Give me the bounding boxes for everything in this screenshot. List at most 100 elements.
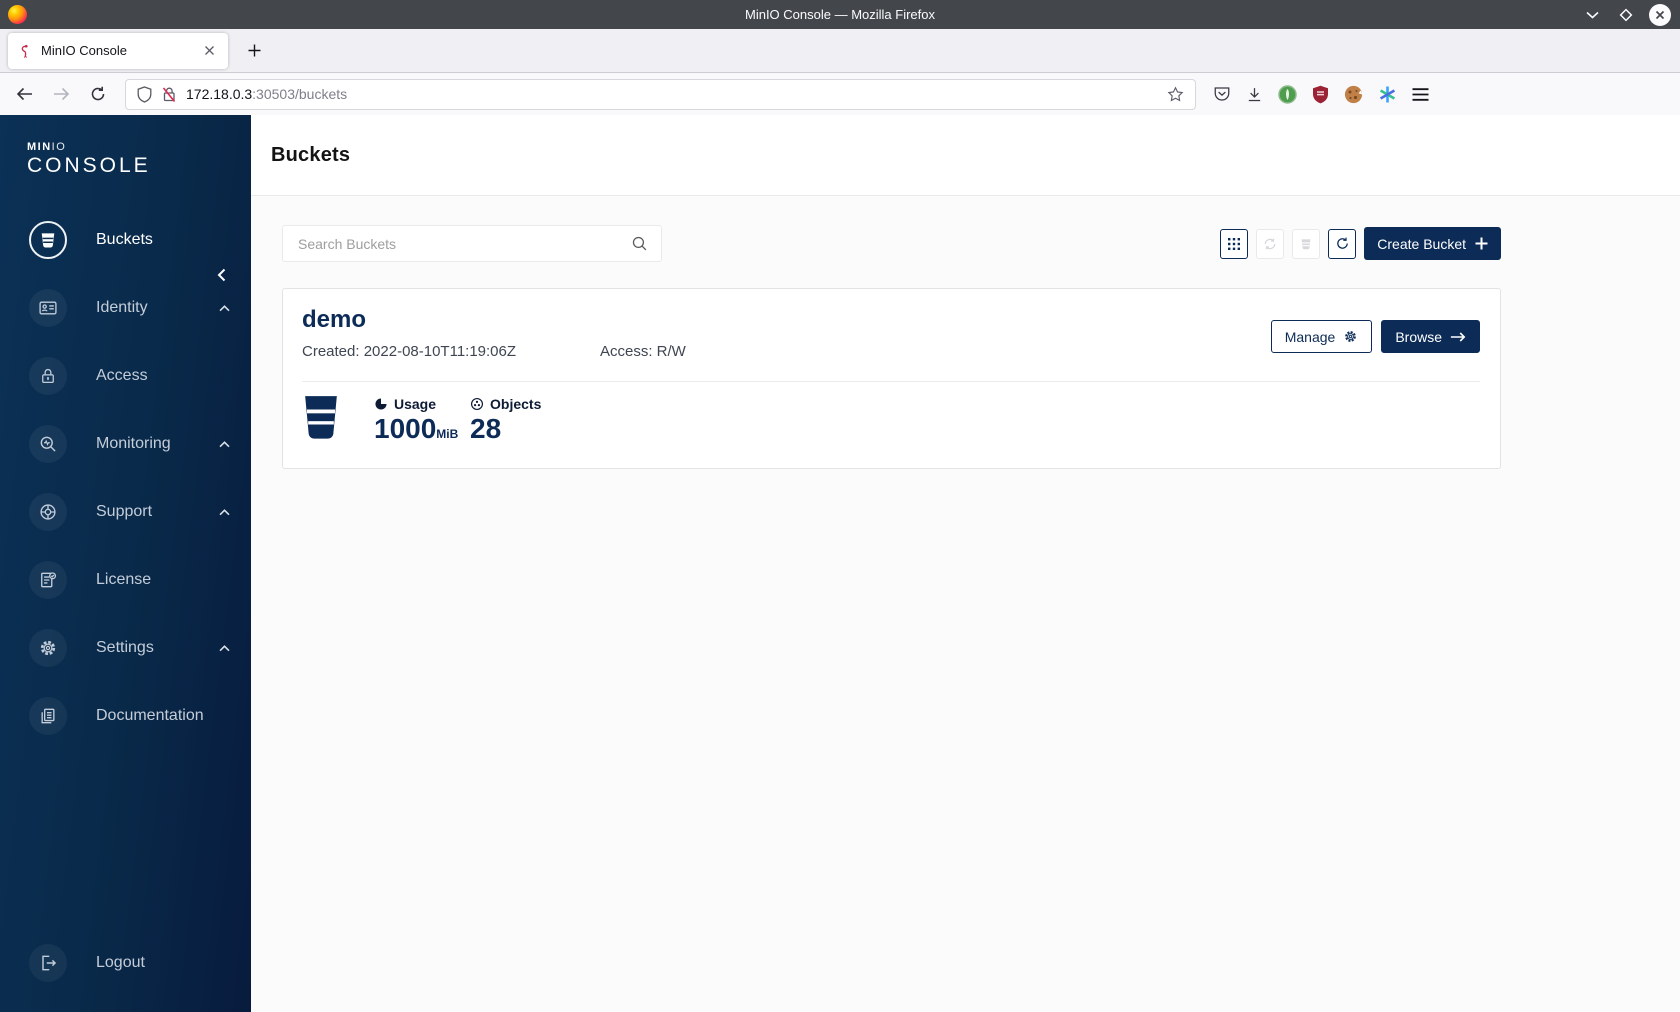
- reload-button[interactable]: [83, 79, 113, 109]
- logo-console: CONSOLE: [27, 154, 151, 177]
- logo-min: MIN: [27, 141, 52, 153]
- search-icon: [632, 236, 647, 251]
- url-bar[interactable]: 172.18.0.3:30503/buckets: [125, 78, 1196, 110]
- new-tab-button[interactable]: [240, 37, 268, 65]
- downloads-icon[interactable]: [1246, 86, 1263, 103]
- minio-flamingo-favicon-icon: [21, 44, 28, 58]
- minio-console-logo: MINIO CONSOLE: [0, 115, 251, 178]
- tab-close-icon[interactable]: [199, 41, 219, 61]
- create-bucket-label: Create Bucket: [1377, 235, 1466, 252]
- sidebar-item-label: Settings: [96, 639, 154, 656]
- browser-tab-strip: MinIO Console: [0, 29, 1680, 73]
- replication-icon: [1264, 238, 1276, 249]
- sidebar: MINIO CONSOLE Buckets Identity Access Mo…: [0, 115, 251, 1012]
- sidebar-item-label: Buckets: [96, 231, 153, 248]
- tab-title: MinIO Console: [41, 43, 127, 58]
- plus-icon: [1475, 237, 1488, 250]
- bookmark-star-icon[interactable]: [1167, 85, 1184, 103]
- sidebar-item-identity[interactable]: Identity: [0, 274, 251, 342]
- sidebar-item-settings[interactable]: Settings: [0, 614, 251, 682]
- objects-label: Objects: [490, 396, 542, 412]
- delete-buckets-button: [1292, 228, 1321, 259]
- sidebar-item-label: License: [96, 571, 152, 588]
- chevron-up-icon[interactable]: [219, 644, 230, 652]
- documentation-icon: [29, 697, 67, 735]
- manage-label: Manage: [1284, 328, 1336, 345]
- sidebar-item-logout[interactable]: Logout: [0, 929, 251, 997]
- license-icon: [29, 561, 67, 599]
- extension-asterisk-icon[interactable]: [1378, 85, 1397, 104]
- sidebar-item-label: Access: [96, 367, 148, 384]
- logout-icon: [29, 944, 67, 982]
- browser-toolbar: 172.18.0.3:30503/buckets: [0, 73, 1680, 115]
- bucket-large-icon: [305, 396, 337, 439]
- grid-view-button[interactable]: [1220, 228, 1249, 259]
- set-replication-button: [1256, 228, 1285, 259]
- sidebar-item-access[interactable]: Access: [0, 342, 251, 410]
- page-title: Buckets: [271, 143, 351, 166]
- search-box[interactable]: [282, 225, 662, 262]
- menu-hamburger-icon[interactable]: [1412, 87, 1429, 101]
- bucket-created-label: Created: 2022-08-10T11:19:06Z: [302, 342, 517, 360]
- objects-metric: Objects 28: [470, 393, 541, 445]
- bucket-card-demo[interactable]: demo Created: 2022-08-10T11:19:06Z Acces…: [282, 288, 1501, 469]
- url-path: :30503/buckets: [252, 86, 348, 102]
- arrow-right-icon: [1450, 331, 1466, 342]
- extension-green-icon[interactable]: [1278, 84, 1297, 104]
- logo-io: IO: [51, 141, 67, 153]
- window-titlebar: MinIO Console — Mozilla Firefox: [0, 0, 1680, 29]
- identity-card-icon: [29, 289, 67, 327]
- manage-button[interactable]: Manage: [1270, 320, 1373, 353]
- usage-metric: Usage 1000MiB: [374, 393, 470, 445]
- insecure-lock-icon[interactable]: [161, 86, 177, 103]
- back-button[interactable]: [9, 79, 39, 109]
- objects-icon: [470, 397, 484, 411]
- window-maximize-button[interactable]: [1615, 4, 1637, 26]
- grid-view-icon: [1228, 237, 1241, 250]
- sidebar-item-buckets[interactable]: Buckets: [0, 206, 251, 274]
- objects-value: 28: [470, 413, 502, 444]
- usage-label: Usage: [394, 396, 437, 412]
- usage-pie-icon: [375, 398, 387, 410]
- sidebar-item-label: Identity: [96, 299, 148, 316]
- window-minimize-button[interactable]: [1581, 4, 1603, 26]
- usage-unit: MiB: [436, 427, 459, 441]
- bucket-name[interactable]: demo: [302, 306, 686, 334]
- url-host: 172.18.0.3: [186, 86, 253, 102]
- sidebar-item-label: Support: [96, 503, 153, 520]
- browse-label: Browse: [1395, 328, 1442, 345]
- chevron-up-icon[interactable]: [219, 440, 230, 448]
- create-bucket-button[interactable]: Create Bucket: [1364, 227, 1501, 260]
- extension-shield-icon[interactable]: [1312, 85, 1329, 104]
- browse-button[interactable]: Browse: [1381, 320, 1480, 353]
- sidebar-nav: Buckets Identity Access Monitoring Suppo…: [0, 206, 251, 750]
- sidebar-item-support[interactable]: Support: [0, 478, 251, 546]
- search-input[interactable]: [296, 234, 631, 253]
- sidebar-item-label: Documentation: [96, 707, 204, 724]
- sidebar-item-documentation[interactable]: Documentation: [0, 682, 251, 750]
- pocket-icon[interactable]: [1213, 85, 1231, 103]
- window-close-button[interactable]: [1649, 3, 1671, 26]
- usage-value: 1000: [374, 413, 437, 444]
- forward-button[interactable]: [46, 79, 76, 109]
- sidebar-item-label: Logout: [96, 954, 145, 971]
- lock-icon: [29, 357, 67, 395]
- refresh-button[interactable]: [1328, 228, 1357, 259]
- chevron-up-icon[interactable]: [219, 304, 230, 312]
- page-header: Buckets: [251, 115, 1680, 196]
- sidebar-item-label: Monitoring: [96, 435, 171, 452]
- firefox-logo-icon: [8, 5, 27, 24]
- extension-cookie-icon[interactable]: [1344, 85, 1363, 104]
- browser-tab-minio-console[interactable]: MinIO Console: [8, 32, 228, 69]
- multi-bucket-icon: [1301, 238, 1311, 249]
- sidebar-item-license[interactable]: License: [0, 546, 251, 614]
- tracking-shield-icon[interactable]: [137, 85, 152, 103]
- sidebar-item-monitoring[interactable]: Monitoring: [0, 410, 251, 478]
- bucket-access-label: Access: R/W: [600, 342, 686, 360]
- monitoring-icon: [29, 425, 67, 463]
- buckets-actions-row: Create Bucket: [282, 225, 1501, 262]
- url-text: 172.18.0.3:30503/buckets: [186, 86, 347, 102]
- chevron-up-icon[interactable]: [219, 508, 230, 516]
- window-title: MinIO Console — Mozilla Firefox: [745, 7, 935, 22]
- refresh-icon: [1337, 237, 1348, 249]
